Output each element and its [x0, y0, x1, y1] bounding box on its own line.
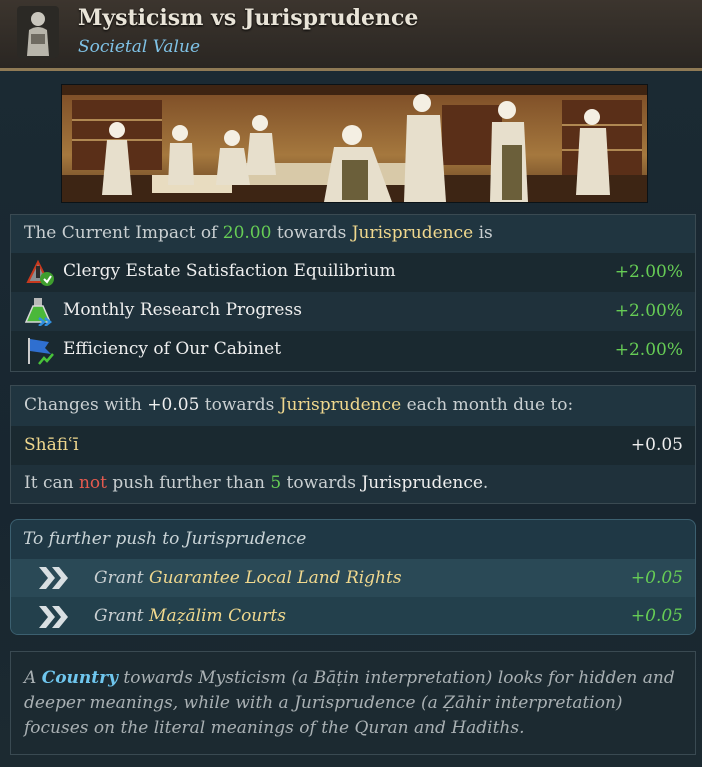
- impact-suffix: is: [473, 223, 493, 243]
- effect-value: +2.00%: [614, 340, 683, 360]
- research-flask-icon: [25, 298, 53, 326]
- change-source-label: Shāfiʿī: [24, 435, 79, 455]
- push-name: Guarantee Local Land Rights: [149, 568, 402, 588]
- impact-target: Jurisprudence: [351, 223, 474, 243]
- description-text: A Country towards Mysticism (a Bāṭin int…: [24, 666, 684, 741]
- page-subtitle: Societal Value: [78, 37, 201, 57]
- limit-towards: towards: [281, 473, 362, 493]
- effect-label: Clergy Estate Satisfaction Equilibrium: [63, 261, 396, 281]
- change-source-value: +0.05: [630, 435, 683, 455]
- limit-value: 5: [270, 473, 282, 493]
- impact-middle: towards: [271, 223, 352, 243]
- push-value: +0.05: [630, 606, 683, 626]
- changes-value: +0.05: [147, 395, 200, 415]
- limit-not: not: [78, 473, 107, 493]
- changes-middle: towards: [199, 395, 280, 415]
- cabinet-flag-icon: [28, 338, 54, 365]
- changes-target: Jurisprudence: [279, 395, 402, 415]
- description-a: A: [24, 668, 42, 688]
- effect-value: +2.00%: [614, 301, 683, 321]
- scholar-icon: [17, 6, 59, 58]
- change-limit-row: It can not push further than 5 towards J…: [11, 465, 695, 503]
- effect-row: Efficiency of Our Cabinet +2.00%: [11, 331, 695, 371]
- changes-suffix: each month due to:: [401, 395, 574, 415]
- double-chevron-icon: [39, 606, 68, 628]
- monthly-changes-panel: Changes with +0.05 towards Jurisprudence…: [10, 385, 696, 504]
- push-verb: Grant: [94, 606, 150, 626]
- impact-prefix: The Current Impact of: [24, 223, 223, 243]
- push-options-panel: To further push to Jurisprudence Grant G…: [10, 519, 696, 635]
- push-heading: To further push to Jurisprudence: [23, 529, 307, 549]
- limit-target: Jurisprudence: [361, 473, 483, 493]
- effect-label: Efficiency of Our Cabinet: [63, 339, 282, 359]
- push-option-row[interactable]: Grant Guarantee Local Land Rights +0.05: [11, 559, 695, 597]
- country-link[interactable]: Country: [42, 668, 118, 688]
- description-rest: towards Mysticism (a Bāṭin interpretatio…: [24, 668, 675, 738]
- change-source-row: Shāfiʿī +0.05: [11, 426, 695, 465]
- changes-heading-row: Changes with +0.05 towards Jurisprudence…: [11, 386, 695, 426]
- limit-middle: push further than: [106, 473, 271, 493]
- double-chevron-icon: [39, 567, 68, 589]
- effect-row: Clergy Estate Satisfaction Equilibrium +…: [11, 253, 695, 292]
- push-name: Maẓālim Courts: [149, 606, 286, 626]
- limit-prefix: It can: [24, 473, 79, 493]
- effect-row: Monthly Research Progress +2.00%: [11, 292, 695, 331]
- push-value: +0.05: [630, 568, 683, 588]
- limit-end: .: [482, 473, 489, 493]
- changes-prefix: Changes with: [24, 395, 148, 415]
- page-title: Mysticism vs Jurisprudence: [78, 5, 419, 31]
- push-option-row[interactable]: Grant Maẓālim Courts +0.05: [11, 597, 695, 634]
- description-panel: A Country towards Mysticism (a Bāṭin int…: [10, 651, 696, 755]
- impact-value: 20.00: [222, 223, 272, 243]
- clergy-satisfaction-icon: [26, 259, 54, 286]
- effect-value: +2.00%: [614, 262, 683, 282]
- push-verb: Grant: [94, 568, 150, 588]
- effect-label: Monthly Research Progress: [63, 300, 302, 320]
- tooltip-header: Mysticism vs Jurisprudence Societal Valu…: [0, 0, 702, 71]
- scholars-library-illustration: [61, 84, 648, 203]
- current-impact-panel: The Current Impact of 20.00 towards Juri…: [10, 214, 696, 372]
- impact-heading-row: The Current Impact of 20.00 towards Juri…: [11, 215, 695, 253]
